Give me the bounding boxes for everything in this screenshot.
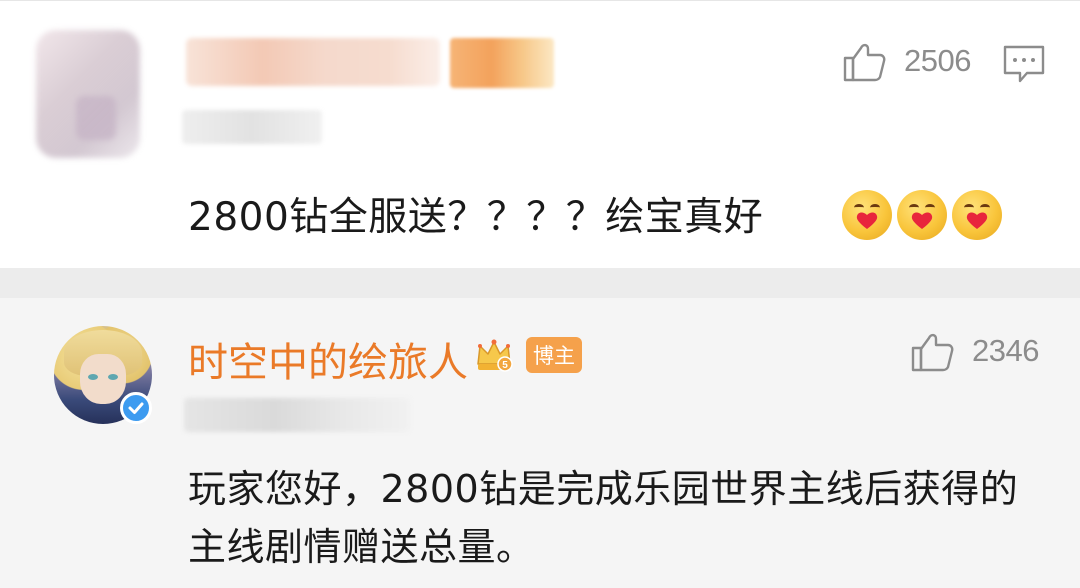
reply-like-button[interactable]: 2346 bbox=[910, 328, 1039, 374]
thumbs-up-icon[interactable] bbox=[842, 38, 888, 84]
blurred-user-badge bbox=[450, 38, 554, 88]
hug-emoji-icon bbox=[952, 190, 1002, 240]
emoji-row bbox=[842, 190, 1002, 240]
verified-check-icon bbox=[120, 392, 152, 424]
top-comment-text: 2800钻全服送？？？？绘宝真好 bbox=[188, 195, 764, 240]
reply-author-name[interactable]: 时空中的绘旅人 bbox=[188, 330, 468, 388]
svg-text:5: 5 bbox=[502, 360, 508, 371]
crown-icon[interactable]: 5 bbox=[474, 334, 514, 374]
blurred-username[interactable] bbox=[186, 38, 440, 86]
hug-emoji-icon bbox=[897, 190, 947, 240]
comment-separator bbox=[0, 268, 1080, 298]
blurred-avatar[interactable] bbox=[36, 30, 140, 158]
weibo-comment-thread: 2506 2800钻全服送？？？？绘宝真好 时空中的绘旅人 5 博主 2346 … bbox=[0, 0, 1080, 588]
top-comment-like-button[interactable]: 2506 bbox=[842, 38, 971, 84]
reply-text: 玩家您好，2800钻是完成乐园世界主线后获得的主线剧情赠送总量。 bbox=[188, 467, 1019, 569]
top-comment-like-count: 2506 bbox=[904, 43, 971, 78]
reply-like-count: 2346 bbox=[972, 333, 1039, 368]
blurred-reply-meta bbox=[184, 398, 410, 432]
comment-bubble-icon[interactable] bbox=[1002, 44, 1046, 84]
host-badge: 博主 bbox=[526, 337, 582, 373]
blurred-comment-meta bbox=[182, 110, 322, 144]
hug-emoji-icon bbox=[842, 190, 892, 240]
thumbs-up-icon[interactable] bbox=[910, 328, 956, 374]
